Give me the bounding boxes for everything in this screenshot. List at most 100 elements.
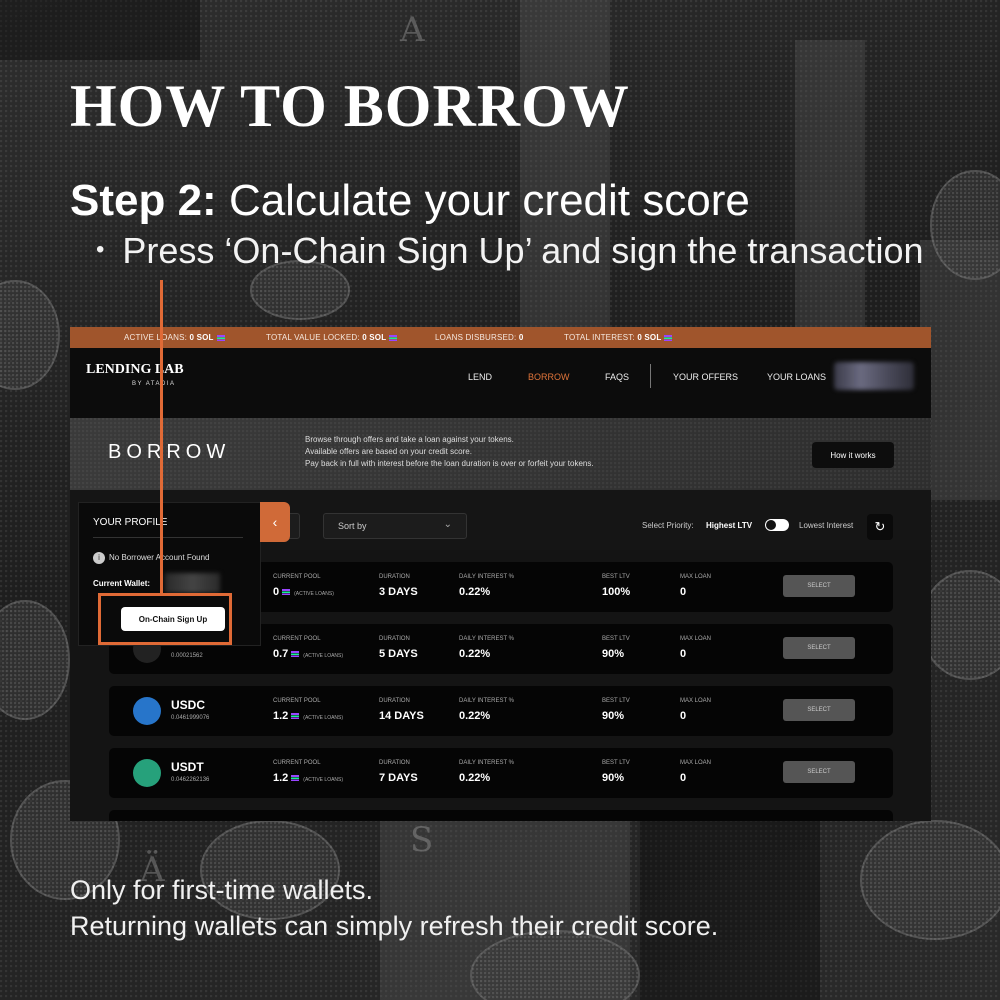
token-price: 0.0462262136 [171,777,210,783]
top-nav: LENDING LAB BY ATADIA LEND BORROW FAQS Y… [70,348,931,418]
background-block [0,0,200,60]
refresh-icon[interactable]: ↻ [867,514,893,540]
nav-borrow[interactable]: BORROW [528,372,570,382]
footer-line: Only for first-time wallets. [70,875,374,905]
solana-icon [389,334,398,341]
value-text: 7 DAYS [379,772,418,784]
column-value-ltv: 90% [602,648,624,660]
active-loans-label: (ACTIVE LOANS) [294,591,334,597]
value-text: 90% [602,648,625,660]
offer-row: USDC 0.0461999076 CURRENT POOL 1.2 (ACTIVE L… [109,686,893,736]
value-text: 1.2 [273,772,289,784]
background-glyph: S [410,820,434,860]
collapse-profile-button[interactable]: ‹ [260,502,290,542]
priority-toggle[interactable] [765,519,789,531]
wallet-button[interactable] [834,362,914,390]
column-header-pool: CURRENT POOL [273,574,321,580]
offer-row [109,810,893,821]
ticker-value: 0 [518,333,524,342]
column-header-interest: DAILY INTEREST % [459,760,515,766]
column-header-max-loan: MAX LOAN [680,636,712,642]
priority-highest-ltv[interactable]: Highest LTV [706,521,752,530]
stats-ticker: ACTIVE LOANS: 0 SOL TOTAL VALUE LOCKED: … [70,327,931,348]
column-header-duration: DURATION [379,760,410,766]
sort-label: Sort by [338,521,367,531]
annotation-highlight-box [98,593,232,645]
hero-desc-line: Available offers are based on your credi… [305,447,472,456]
column-header-ltv: BEST LTV [602,636,630,642]
ticker-value: 0 SOL [362,333,387,342]
value-text: 5 DAYS [379,648,418,660]
ticker-label: ACTIVE LOANS: [124,333,188,342]
column-value-max-loan: 0 [680,710,686,722]
column-value-duration: 3 DAYS [379,586,418,598]
column-header-pool: CURRENT POOL [273,636,321,642]
annotation-line [160,280,163,596]
value-text: 0.7 [273,648,289,660]
background-block [795,40,865,330]
token-icon [133,697,161,725]
value-text: 90% [602,772,625,784]
column-value-duration: 7 DAYS [379,772,418,784]
ticker-value: 0 SOL [637,333,662,342]
value-text: 0.22% [459,710,491,722]
step-text: Calculate your credit score [228,176,750,225]
column-value-pool: 1.2 (ACTIVE LOANS) [273,772,343,784]
footer-note: Only for first-time wallets. Returning w… [70,872,718,944]
value-text: 100% [602,586,631,598]
column-header-pool: CURRENT POOL [273,698,321,704]
value-text: 3 DAYS [379,586,418,598]
column-header-interest: DAILY INTEREST % [459,574,515,580]
column-header-max-loan: MAX LOAN [680,698,712,704]
borrow-hero: BORROW Browse through offers and take a … [70,418,931,490]
ticker-label: TOTAL INTEREST: [564,333,635,342]
ticker-active-loans: ACTIVE LOANS: 0 SOL [124,333,225,342]
hero-desc-line: Pay back in full with interest before th… [305,459,594,468]
token-name: USDC [171,698,206,712]
bullet-dot-icon: • [96,236,105,263]
select-button[interactable]: SELECT [783,575,855,597]
value-text: 0 [680,710,687,722]
value-text: 1.2 [273,710,289,722]
column-header-ltv: BEST LTV [602,760,630,766]
column-value-ltv: 90% [602,772,624,784]
value-text: 0 [273,586,280,598]
column-value-max-loan: 0 [680,772,686,784]
app-screenshot: ACTIVE LOANS: 0 SOL TOTAL VALUE LOCKED: … [70,327,931,821]
how-it-works-button[interactable]: How it works [812,442,894,468]
nav-faqs[interactable]: FAQS [605,372,629,382]
column-header-ltv: BEST LTV [602,698,630,704]
column-header-interest: DAILY INTEREST % [459,636,515,642]
ticker-interest: TOTAL INTEREST: 0 SOL [564,333,673,342]
column-value-pool: 0 (ACTIVE LOANS) [273,586,334,598]
column-value-interest: 0.22% [459,648,490,660]
bullet-text: Press ‘On-Chain Sign Up’ and sign the tr… [122,230,924,271]
token-name: USDT [171,760,204,774]
current-wallet-label: Current Wallet: [93,579,151,588]
column-header-duration: DURATION [379,698,410,704]
column-value-interest: 0.22% [459,586,490,598]
column-value-pool: 1.2 (ACTIVE LOANS) [273,710,343,722]
column-header-duration: DURATION [379,636,410,642]
ticker-disbursed: LOANS DISBURSED: 0 [435,333,524,342]
solana-icon [291,775,300,782]
nav-your-offers[interactable]: YOUR OFFERS [673,372,738,382]
sort-dropdown[interactable]: Sort by ⌄ [323,513,467,539]
column-value-interest: 0.22% [459,710,490,722]
nav-lend[interactable]: LEND [468,372,492,382]
select-button[interactable]: SELECT [783,761,855,783]
solana-icon [291,651,300,658]
profile-title: YOUR PROFILE [93,517,168,528]
priority-lowest-interest[interactable]: Lowest Interest [799,521,853,530]
column-header-pool: CURRENT POOL [273,760,321,766]
token-icon [133,759,161,787]
select-button[interactable]: SELECT [783,637,855,659]
step-label: Step 2: [70,176,217,225]
app-logo[interactable]: LENDING LAB [86,362,184,378]
select-button[interactable]: SELECT [783,699,855,721]
background-glyph: A [400,10,425,50]
value-text: 0.22% [459,586,491,598]
token-price: 0.0461999076 [171,715,210,721]
nav-your-loans[interactable]: YOUR LOANS [767,372,826,382]
column-value-duration: 14 DAYS [379,710,424,722]
